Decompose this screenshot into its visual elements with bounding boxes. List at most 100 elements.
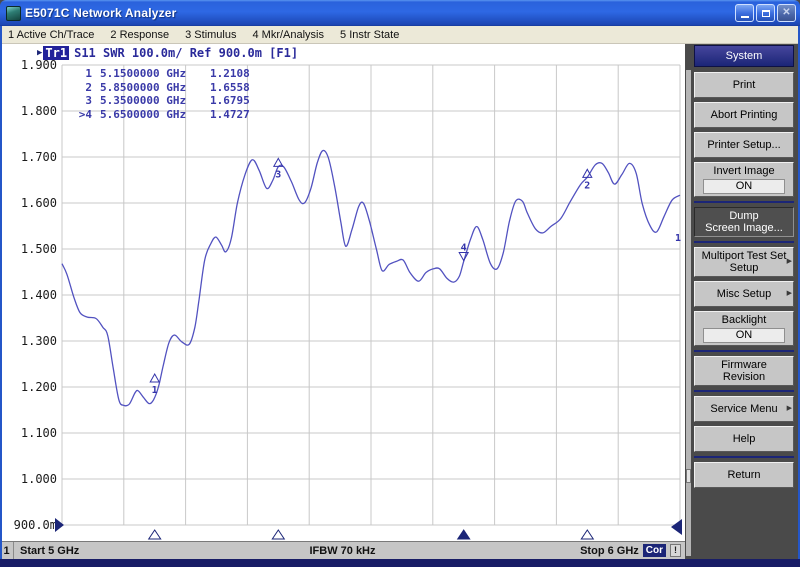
- y-axis-label: 1.600: [21, 196, 57, 210]
- menu-item-1-active-ch-trace[interactable]: 1 Active Ch/Trace: [0, 29, 102, 41]
- softkey-invert-image[interactable]: Invert Image ON: [694, 162, 794, 197]
- marker-4-label: 4: [461, 243, 467, 254]
- trace-header: ▶ Tr1 S11 SWR 100.0m/ Ref 900.0m [F1]: [37, 46, 298, 60]
- y-axis-label: 900.0m: [14, 518, 57, 532]
- y-axis-label: 1.500: [21, 242, 57, 256]
- correction-status-badge: Cor: [643, 544, 666, 557]
- softkey-abort-printing[interactable]: Abort Printing: [694, 102, 794, 128]
- softkey-menu-title: System: [694, 45, 794, 67]
- softkey-label: Firmware: [721, 359, 767, 371]
- y-axis-label: 1.900: [21, 58, 57, 72]
- window-border-left: [0, 26, 2, 559]
- softkey-service-menu[interactable]: Service Menu ▶: [694, 396, 794, 422]
- trace-number-badge: Tr1: [43, 46, 69, 60]
- marker-2-axis-indicator: [581, 530, 593, 539]
- marker-readout-cell: 5.1500000 GHz: [100, 67, 210, 81]
- marker-2-label: 2: [584, 180, 590, 191]
- y-axis-label: 1.200: [21, 380, 57, 394]
- reference-level-indicator-left: [55, 518, 64, 532]
- marker-readout-cell: 1.6795: [210, 94, 250, 108]
- menu-item-4-mkr-analysis[interactable]: 4 Mkr/Analysis: [244, 29, 332, 41]
- softkey-label: Print: [733, 79, 756, 91]
- app-window: E5071C Network Analyzer ✕ 1 Active Ch/Tr…: [0, 0, 800, 567]
- marker-readout-row: 3 5.3500000 GHz1.6795: [72, 94, 250, 108]
- softkey-label: Screen Image...: [705, 222, 783, 234]
- trace-format-label: S11 SWR 100.0m/ Ref 900.0m [F1]: [74, 46, 298, 60]
- y-axis-label: 1.000: [21, 472, 57, 486]
- marker-readout-row: 1 5.1500000 GHz1.2108: [72, 67, 250, 81]
- softkey-multiport-test-set[interactable]: Multiport Test SetSetup▶: [694, 247, 794, 277]
- submenu-arrow-icon: ▶: [787, 403, 792, 415]
- marker-readout-cell: 3: [72, 94, 92, 108]
- marker-3-label: 3: [275, 169, 281, 180]
- y-axis-label: 1.800: [21, 104, 57, 118]
- softkey-help[interactable]: Help: [694, 426, 794, 452]
- window-controls: ✕: [735, 4, 796, 22]
- softkey-label: Printer Setup...: [707, 139, 780, 151]
- channel-status-bar: 1 Start 5 GHz IFBW 70 kHz Stop 6 GHz Cor…: [0, 541, 685, 559]
- marker-1-axis-indicator: [149, 530, 161, 539]
- minimize-button[interactable]: [735, 4, 754, 22]
- softkey-printer-setup[interactable]: Printer Setup...: [694, 132, 794, 158]
- softkey-label: Abort Printing: [711, 109, 778, 121]
- softkey-print[interactable]: Print: [694, 72, 794, 98]
- app-icon: [6, 6, 21, 21]
- y-axis-label: 1.300: [21, 334, 57, 348]
- window-border-bottom: [0, 559, 800, 567]
- softkey-label: Invert Image: [713, 165, 774, 177]
- menu-item-3-stimulus[interactable]: 3 Stimulus: [177, 29, 244, 41]
- softkey-dump[interactable]: DumpScreen Image...: [694, 207, 794, 237]
- softkey-label: Revision: [723, 371, 765, 383]
- stop-frequency-label: Stop 6 GHz: [580, 545, 639, 557]
- display-area: 1.900 1.800 1.700 1.600 1.500 1.400 1.300 1.200…: [0, 44, 685, 541]
- active-trace-arrow-icon: ▶: [37, 48, 42, 58]
- softkey-backlight[interactable]: Backlight ON: [694, 311, 794, 346]
- marker-readout-cell: 5.8500000 GHz: [100, 81, 210, 95]
- softkey-label: Misc Setup: [717, 288, 771, 300]
- window-title: E5071C Network Analyzer: [25, 6, 177, 20]
- marker-readout-cell: 1.6558: [210, 81, 250, 95]
- marker-readout-cell: 1.2108: [210, 67, 250, 81]
- marker-readout-cell: 2: [72, 81, 92, 95]
- sweep-status-indicator: !: [670, 544, 681, 557]
- softkey-firmware[interactable]: FirmwareRevision: [694, 356, 794, 386]
- reference-level-indicator-right: [671, 519, 682, 535]
- marker-readout-cell: 5.6500000 GHz: [100, 108, 210, 122]
- y-axis-label: 1.400: [21, 288, 57, 302]
- softkey-label: Dump: [729, 210, 758, 222]
- marker-3-axis-indicator: [272, 530, 284, 539]
- menu-item-2-response[interactable]: 2 Response: [102, 29, 177, 41]
- menubar: 1 Active Ch/Trace2 Response3 Stimulus4 M…: [0, 26, 800, 44]
- window-titlebar[interactable]: E5071C Network Analyzer ✕: [0, 0, 800, 26]
- marker-readout-row: 2 5.8500000 GHz1.6558: [72, 81, 250, 95]
- marker-readout-row: >4 5.6500000 GHz1.4727: [72, 108, 250, 122]
- y-axis-label: 1.700: [21, 150, 57, 164]
- marker-readout-cell: 1: [72, 67, 92, 81]
- softkey-label: Service Menu: [710, 403, 777, 415]
- start-frequency-label: Start 5 GHz: [14, 545, 79, 557]
- trace-end-number-label: 1: [675, 233, 681, 244]
- restore-button[interactable]: [756, 4, 775, 22]
- submenu-arrow-icon: ▶: [787, 256, 792, 268]
- softkey-label: Backlight: [722, 314, 767, 326]
- softkey-state-value: ON: [703, 328, 786, 343]
- menu-item-5-instr-state[interactable]: 5 Instr State: [332, 29, 407, 41]
- channel-number: 1: [0, 542, 14, 559]
- marker-readout-cell: >4: [72, 108, 92, 122]
- marker-1-label: 1: [152, 385, 158, 396]
- softkey-label: Return: [727, 469, 760, 481]
- marker-readout-cell: 5.3500000 GHz: [100, 94, 210, 108]
- softkey-return[interactable]: Return: [694, 462, 794, 488]
- marker-readout-cell: 1.4727: [210, 108, 250, 122]
- y-axis-label: 1.100: [21, 426, 57, 440]
- marker-readout-table: 1 5.1500000 GHz1.2108 2 5.8500000 GHz1.6558…: [72, 67, 250, 121]
- marker-4-axis-indicator: [458, 530, 470, 539]
- softkey-misc-setup[interactable]: Misc Setup ▶: [694, 281, 794, 307]
- softkey-label: Help: [733, 433, 756, 445]
- submenu-arrow-icon: ▶: [787, 288, 792, 300]
- ifbw-label: IFBW 70 kHz: [309, 545, 375, 557]
- softkey-state-value: ON: [703, 179, 786, 194]
- close-button[interactable]: ✕: [777, 4, 796, 22]
- softkey-label: Setup: [730, 262, 759, 274]
- marker-1-symbol: [150, 374, 159, 382]
